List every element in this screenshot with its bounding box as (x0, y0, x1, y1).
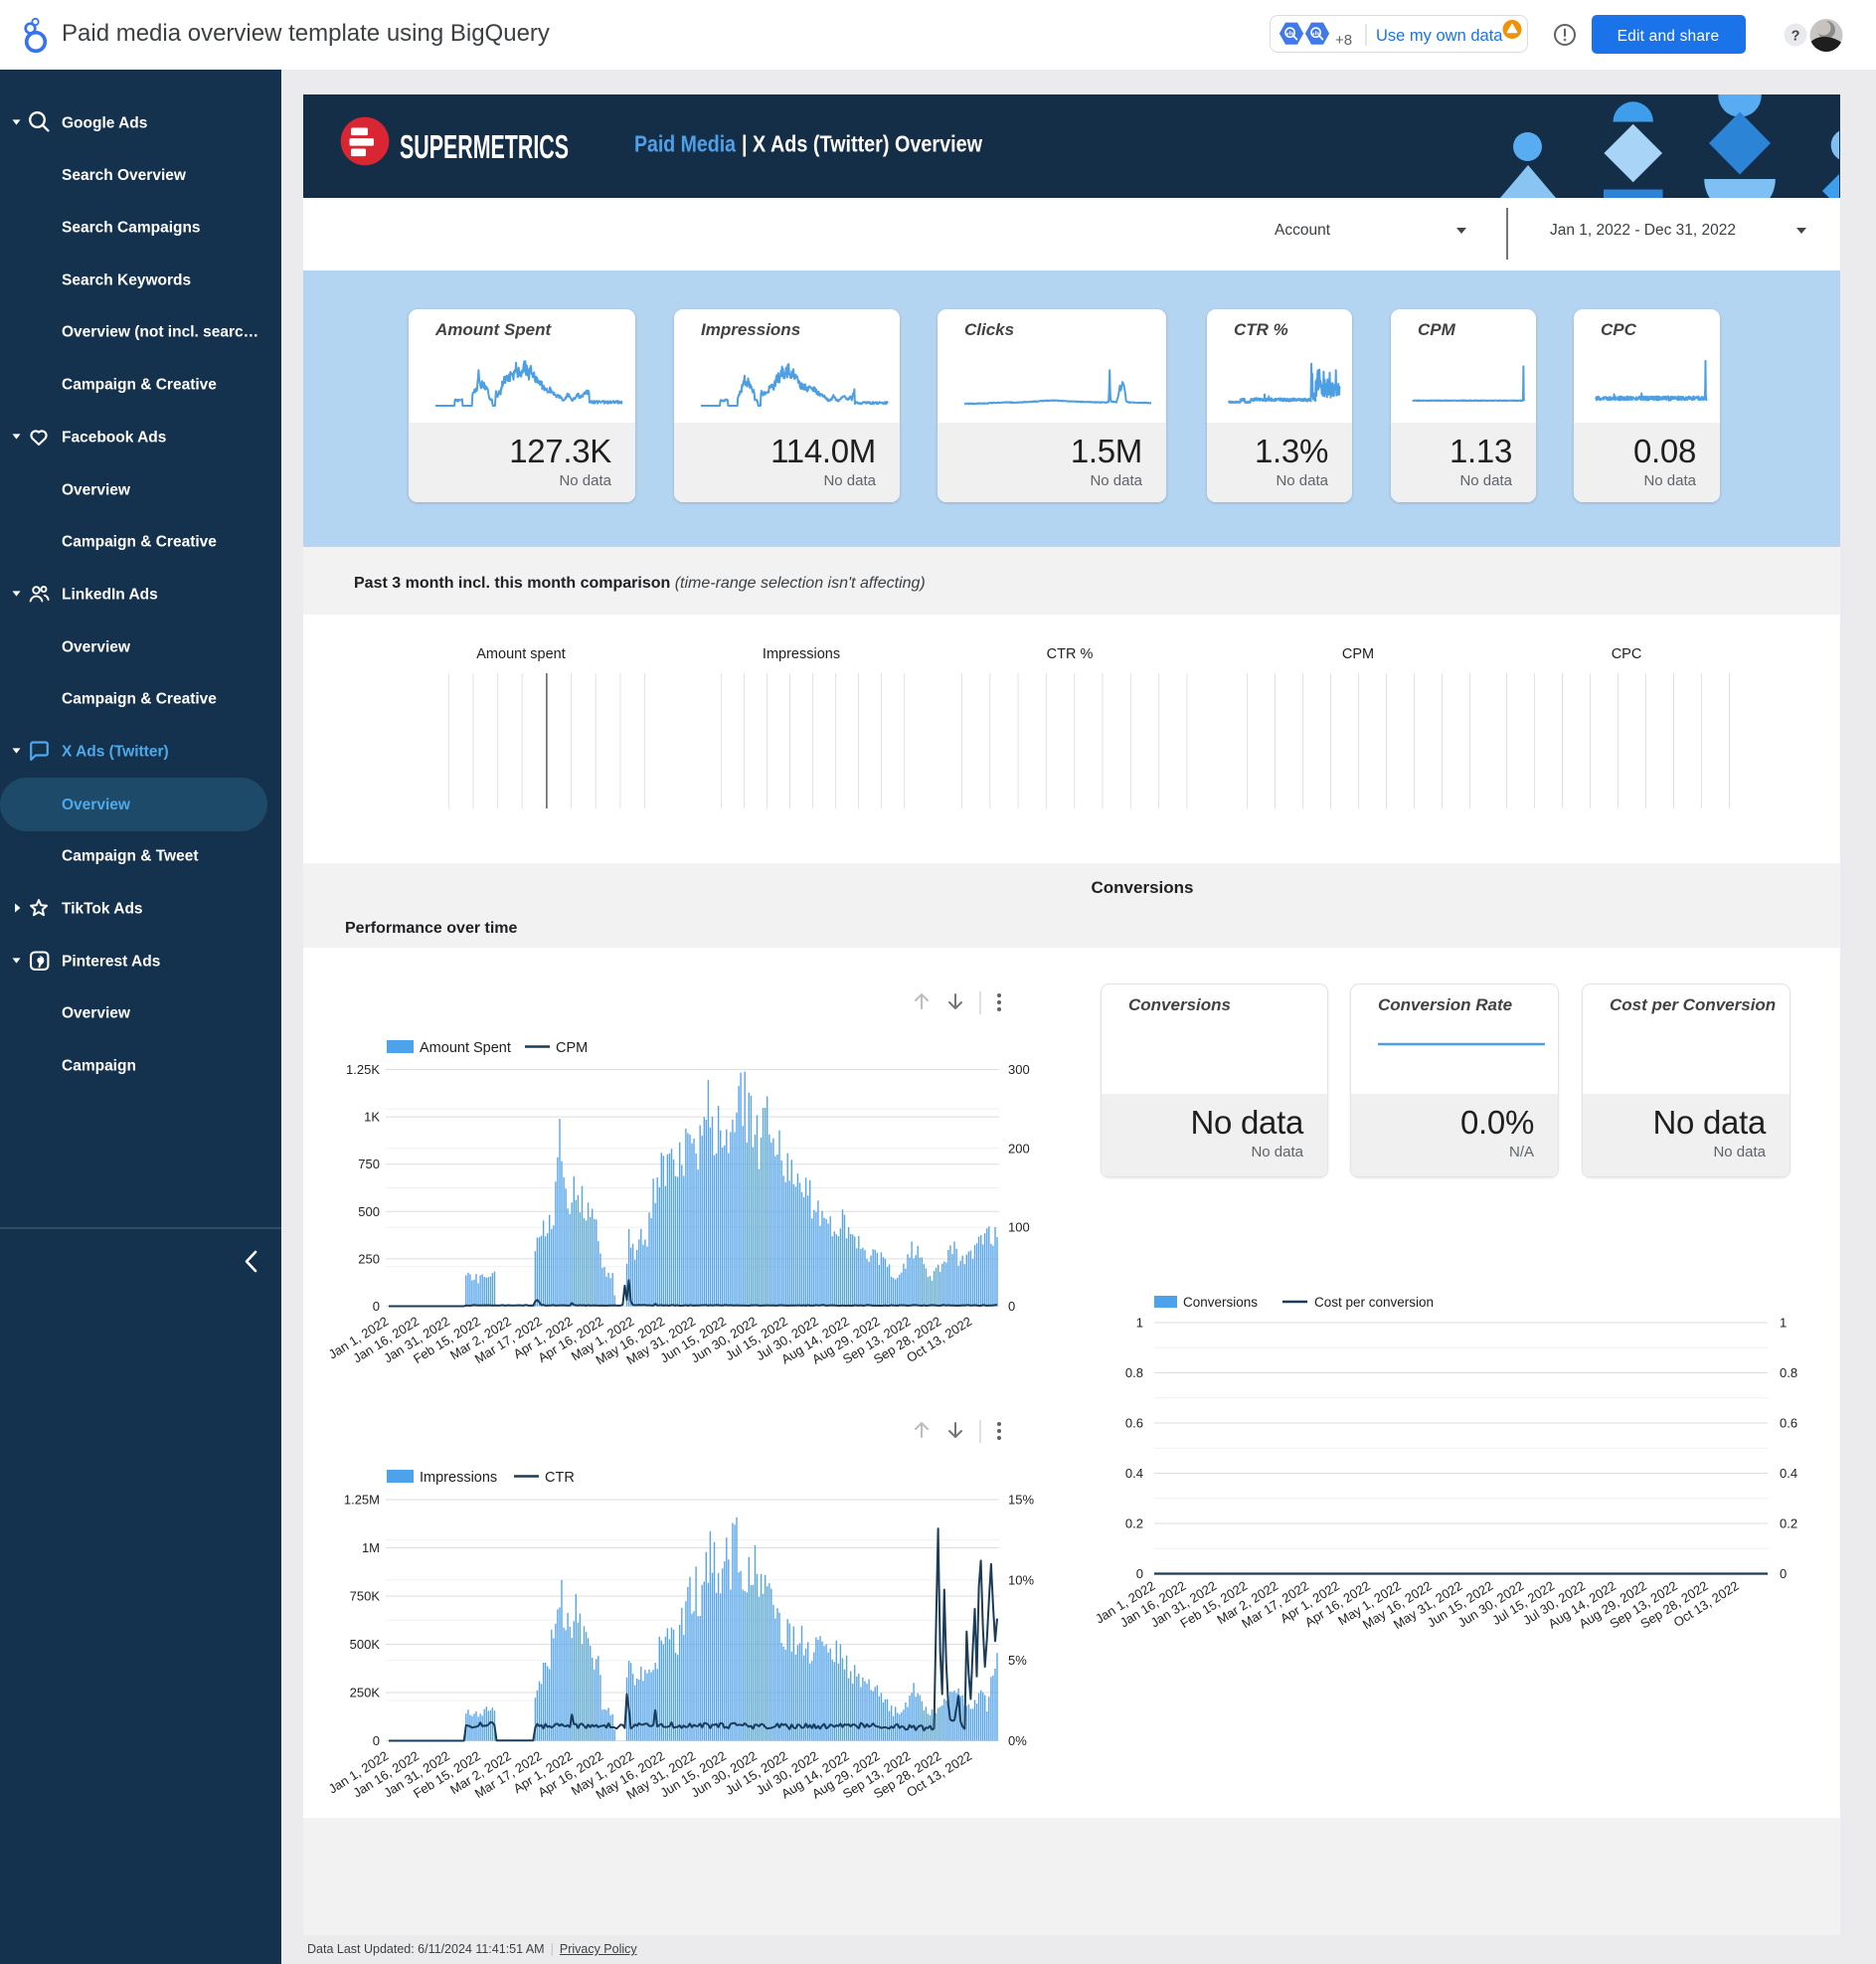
svg-text:0: 0 (373, 1733, 380, 1748)
svg-text:300: 300 (1008, 1062, 1030, 1077)
svg-text:0.4: 0.4 (1125, 1466, 1143, 1481)
svg-text:1.25K: 1.25K (346, 1062, 380, 1077)
svg-text:Conversions: Conversions (1183, 1295, 1258, 1310)
svg-text:250: 250 (358, 1251, 380, 1266)
svg-text:0: 0 (1136, 1566, 1143, 1581)
svg-text:0.6: 0.6 (1125, 1416, 1143, 1431)
svg-text:0: 0 (373, 1299, 380, 1314)
svg-text:1M: 1M (362, 1540, 380, 1555)
svg-text:100: 100 (1008, 1220, 1030, 1235)
svg-text:0.8: 0.8 (1780, 1365, 1797, 1380)
svg-text:1: 1 (1136, 1316, 1143, 1331)
svg-text:1.25M: 1.25M (344, 1493, 380, 1508)
svg-text:10%: 10% (1008, 1572, 1034, 1587)
svg-text:250K: 250K (350, 1686, 381, 1700)
svg-text:0.2: 0.2 (1125, 1517, 1143, 1531)
svg-text:0: 0 (1780, 1566, 1787, 1581)
svg-text:750: 750 (358, 1157, 380, 1171)
svg-text:500: 500 (358, 1204, 380, 1219)
svg-text:15%: 15% (1008, 1493, 1034, 1508)
svg-text:CPM: CPM (556, 1040, 588, 1056)
svg-text:0: 0 (1008, 1299, 1015, 1314)
svg-text:750K: 750K (350, 1589, 381, 1604)
svg-text:1: 1 (1780, 1316, 1787, 1331)
svg-text:5%: 5% (1008, 1653, 1027, 1668)
svg-text:1K: 1K (364, 1110, 380, 1125)
svg-text:0%: 0% (1008, 1733, 1027, 1748)
svg-text:0.8: 0.8 (1125, 1365, 1143, 1380)
svg-text:CTR: CTR (545, 1470, 575, 1486)
svg-text:0.2: 0.2 (1780, 1517, 1797, 1531)
svg-text:Impressions: Impressions (420, 1470, 497, 1486)
svg-text:0.4: 0.4 (1780, 1466, 1797, 1481)
svg-text:500K: 500K (350, 1637, 381, 1652)
svg-text:0.6: 0.6 (1780, 1416, 1797, 1431)
svg-text:Amount Spent: Amount Spent (420, 1040, 511, 1056)
svg-text:200: 200 (1008, 1141, 1030, 1156)
svg-text:Cost per conversion: Cost per conversion (1314, 1295, 1434, 1310)
